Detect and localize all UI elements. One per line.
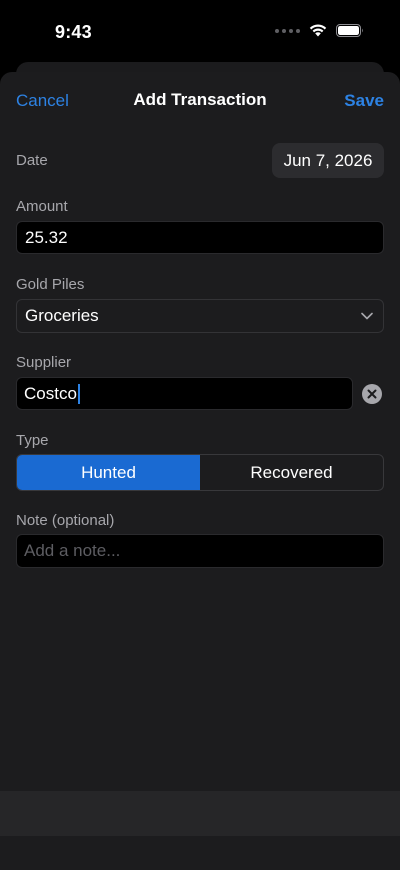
text-cursor [77,383,80,404]
gold-piles-label: Gold Piles [16,276,85,293]
gold-piles-picker[interactable]: Groceries [16,299,384,333]
amount-label: Amount [16,198,68,215]
signal-icon [275,28,300,33]
wifi-icon [309,24,327,37]
gold-piles-value: Groceries [25,306,99,325]
add-transaction-sheet: Cancel Add Transaction Save Date Jun 7, … [0,72,400,870]
bottom-toolbar [0,791,400,836]
navigation-bar: Cancel Add Transaction Save [0,72,400,128]
date-label: Date [16,152,48,169]
amount-field[interactable]: 25.32 [16,221,384,254]
supplier-value: Costco [24,383,77,403]
status-bar: 9:43 [0,0,400,62]
status-icons [275,24,364,37]
chevron-down-icon [361,312,373,320]
supplier-field[interactable]: Costco [16,377,353,410]
supplier-label: Supplier [16,354,72,371]
status-time: 9:43 [55,22,92,42]
segment-hunted[interactable]: Hunted [17,455,200,490]
clear-icon[interactable] [361,383,383,405]
type-label: Type [16,432,49,449]
note-label: Note (optional) [16,512,115,529]
date-picker-button[interactable]: Jun 7, 2026 [272,143,384,178]
save-button[interactable]: Save [344,91,384,111]
bottom-safe-area [0,836,400,870]
segment-recovered[interactable]: Recovered [200,455,383,490]
page-title: Add Transaction [133,90,267,109]
note-field[interactable]: Add a note... [16,534,384,568]
type-segmented-control: Hunted Recovered [16,454,384,491]
battery-icon [336,24,363,37]
